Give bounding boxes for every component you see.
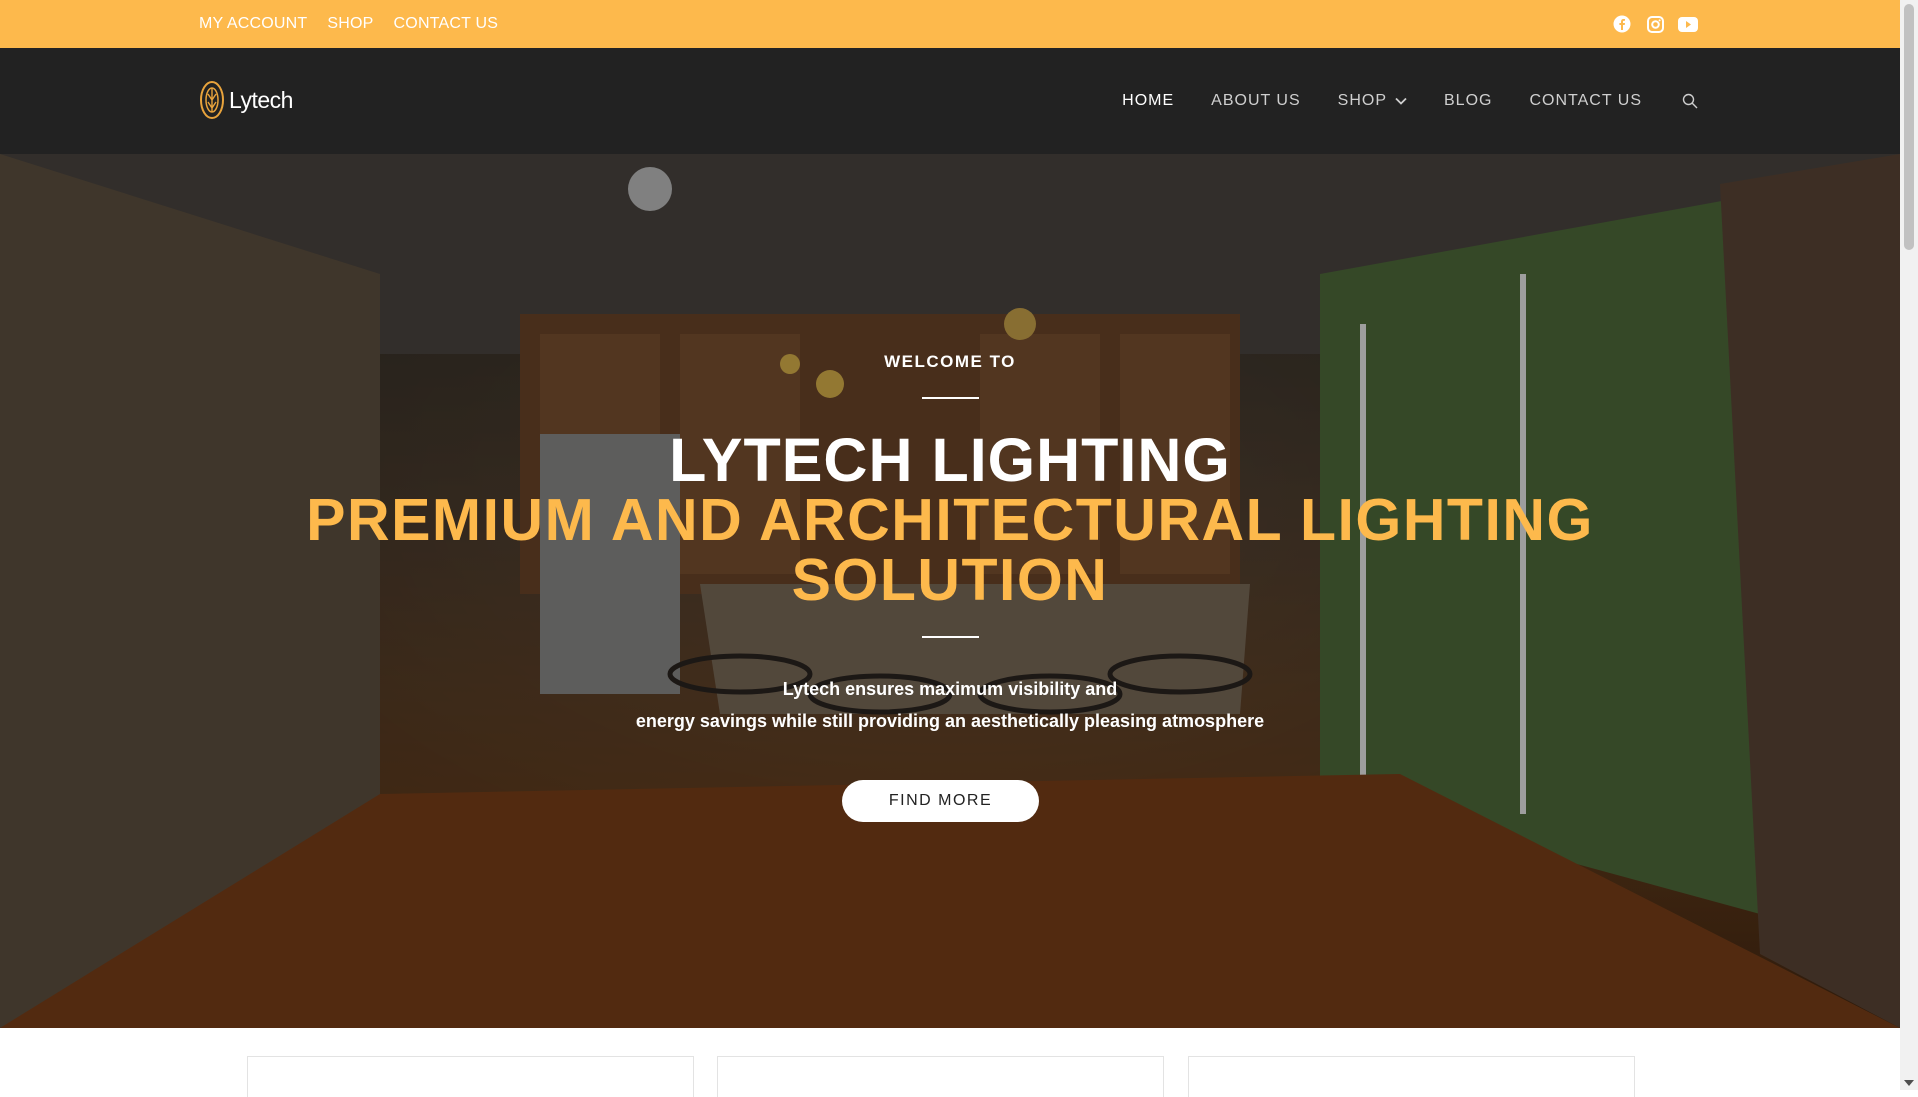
hero-tagline: PREMIUM AND ARCHITECTURAL LIGHTING SOLUT… bbox=[0, 490, 1900, 610]
chevron-down-icon bbox=[1395, 97, 1407, 105]
logo-emblem-icon bbox=[200, 81, 224, 119]
search-icon[interactable] bbox=[1682, 93, 1698, 109]
hero-tagline-line: PREMIUM AND ARCHITECTURAL LIGHTING bbox=[306, 487, 1594, 553]
nav-item-shop[interactable]: SHOP bbox=[1338, 92, 1407, 110]
find-more-button[interactable]: FIND MORE bbox=[842, 780, 1039, 822]
hero-description-line: energy savings while still providing an … bbox=[635, 711, 1265, 731]
nav-item-about-us[interactable]: ABOUT US bbox=[1211, 92, 1301, 110]
feature-card[interactable] bbox=[717, 1056, 1164, 1097]
youtube-icon[interactable] bbox=[1678, 14, 1698, 34]
nav-item-label: ABOUT US bbox=[1211, 92, 1301, 109]
nav-item-label: CONTACT US bbox=[1529, 92, 1642, 109]
feature-card[interactable] bbox=[247, 1056, 694, 1097]
primary-nav: HOME ABOUT US SHOP BLOG CONTACT US bbox=[1085, 48, 1698, 154]
nav-item-home[interactable]: HOME bbox=[1122, 92, 1174, 110]
nav-item-blog[interactable]: BLOG bbox=[1444, 92, 1492, 110]
hero-title: LYTECH LIGHTING bbox=[669, 426, 1231, 494]
main-header: Lytech HOME ABOUT US SHOP BLOG CONTACT U… bbox=[0, 48, 1900, 154]
hero-section: WELCOME TO LYTECH LIGHTING PREMIUM AND A… bbox=[0, 154, 1900, 1028]
hero-tagline-line: SOLUTION bbox=[791, 547, 1109, 613]
shop-link[interactable]: SHOP bbox=[327, 15, 373, 33]
hero-description-line: Lytech ensures maximum visibility and bbox=[782, 679, 1118, 699]
scroll-down-arrow-icon[interactable] bbox=[1904, 1080, 1914, 1086]
nav-item-label: HOME bbox=[1122, 92, 1175, 109]
divider bbox=[922, 636, 979, 638]
site-logo[interactable]: Lytech bbox=[199, 80, 293, 120]
page-scrollbar[interactable] bbox=[1900, 0, 1918, 1090]
top-bar: MY ACCOUNT SHOP CONTACT US bbox=[0, 0, 1900, 48]
instagram-icon[interactable] bbox=[1645, 14, 1665, 34]
top-bar-links: MY ACCOUNT SHOP CONTACT US bbox=[199, 0, 498, 48]
logo-text: Lytech bbox=[229, 86, 293, 113]
social-links bbox=[1612, 0, 1698, 48]
scrollbar-thumb[interactable] bbox=[1904, 4, 1914, 250]
nav-item-contact-us[interactable]: CONTACT US bbox=[1529, 92, 1642, 110]
feature-cards bbox=[0, 1028, 1900, 1097]
nav-item-label: BLOG bbox=[1444, 92, 1493, 109]
hero-eyebrow: WELCOME TO bbox=[884, 352, 1016, 371]
hero-description: Lytech ensures maximum visibility and en… bbox=[0, 673, 1900, 737]
contact-us-link[interactable]: CONTACT US bbox=[394, 15, 499, 33]
my-account-link[interactable]: MY ACCOUNT bbox=[199, 15, 307, 33]
nav-item-label: SHOP bbox=[1337, 92, 1387, 109]
divider bbox=[922, 397, 979, 399]
feature-card[interactable] bbox=[1188, 1056, 1635, 1097]
facebook-icon[interactable] bbox=[1612, 14, 1632, 34]
